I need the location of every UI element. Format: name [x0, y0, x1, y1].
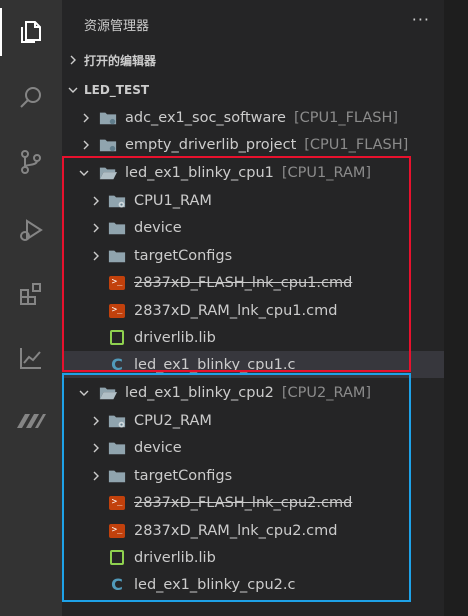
item-description: [CPU2_RAM]: [281, 384, 372, 401]
tree-item-cpu2-targetconfigs[interactable]: targetConfigs: [62, 462, 444, 489]
config-folder-icon: [108, 412, 126, 430]
item-name: led_ex1_blinky_cpu2.c: [134, 576, 296, 593]
terminal-file-icon: >_: [109, 303, 125, 318]
tree-item-cpu1-driverlib[interactable]: driverlib.lib: [62, 324, 444, 351]
tree-item-cpu1-project[interactable]: led_ex1_blinky_cpu1 [CPU1_RAM]: [62, 159, 444, 186]
item-name: CPU1_RAM: [134, 192, 212, 209]
item-description: [CPU1_RAM]: [281, 164, 372, 181]
extensions-icon[interactable]: [0, 270, 62, 318]
chevron-right-icon: [88, 413, 104, 429]
item-description: [CPU1_FLASH]: [304, 136, 409, 153]
explorer-sidebar: 资源管理器 ··· 打开的编辑器 LED_TEST adc_ex1_soc_so…: [62, 0, 444, 616]
folder-icon: [108, 467, 126, 485]
tree-item-cpu1-c-file[interactable]: C led_ex1_blinky_cpu1.c: [62, 351, 444, 378]
project-label: LED_TEST: [84, 83, 150, 97]
tree-item-cpu2-driverlib[interactable]: driverlib.lib: [62, 544, 444, 571]
item-name: led_ex1_blinky_cpu2: [125, 384, 274, 401]
chevron-right-icon: [62, 55, 84, 65]
chevron-right-icon: [78, 137, 94, 153]
item-name: led_ex1_blinky_cpu1.c: [134, 356, 296, 373]
item-name: device: [134, 439, 182, 456]
tree-item-cpu2-project[interactable]: led_ex1_blinky_cpu2 [CPU2_RAM]: [62, 379, 444, 406]
item-name: driverlib.lib: [134, 329, 216, 346]
item-name: targetConfigs: [134, 247, 233, 264]
explorer-title: 资源管理器: [84, 19, 150, 34]
item-description: [CPU1_FLASH]: [293, 109, 399, 126]
item-name: 2837xD_FLASH_lnk_cpu2.cmd: [134, 494, 353, 511]
open-editors-section[interactable]: 打开的编辑器: [62, 47, 444, 73]
tree-item-cpu2-device[interactable]: device: [62, 434, 444, 461]
tree-item-cpu2-ram[interactable]: CPU2_RAM: [62, 407, 444, 434]
tree-item-cpu1-ram[interactable]: CPU1_RAM: [62, 187, 444, 214]
config-folder-icon: [108, 192, 126, 210]
item-name: empty_driverlib_project: [125, 136, 297, 153]
chevron-right-icon: [88, 248, 104, 264]
run-debug-icon[interactable]: [0, 206, 62, 254]
chevron-right-icon: [88, 193, 104, 209]
c-file-icon: C: [111, 575, 123, 594]
tree-item-adc-project[interactable]: adc_ex1_soc_software [CPU1_FLASH]: [62, 104, 444, 131]
item-name: adc_ex1_soc_software: [125, 109, 286, 126]
chart-icon[interactable]: [0, 334, 62, 382]
explorer-icon[interactable]: [0, 8, 62, 56]
tree-item-cpu1-ram-cmd[interactable]: >_ 2837xD_RAM_lnk_cpu1.cmd: [62, 297, 444, 324]
chevron-down-icon: [76, 385, 92, 401]
chevron-right-icon: [78, 110, 94, 126]
chevron-down-icon: [76, 165, 92, 181]
folder-icon: [108, 439, 126, 457]
project-section[interactable]: LED_TEST: [62, 77, 444, 103]
library-file-icon: [110, 550, 124, 565]
source-control-icon[interactable]: [0, 138, 62, 186]
item-name: 2837xD_FLASH_lnk_cpu1.cmd: [134, 274, 353, 291]
tree-item-cpu2-flash-cmd[interactable]: >_ 2837xD_FLASH_lnk_cpu2.cmd: [62, 489, 444, 516]
project-folder-icon: [99, 136, 117, 154]
chevron-right-icon: [88, 468, 104, 484]
tree-item-empty-project[interactable]: empty_driverlib_project [CPU1_FLASH]: [62, 131, 444, 158]
folder-icon: [108, 247, 126, 265]
terminal-file-icon: >_: [109, 495, 125, 510]
more-actions-icon[interactable]: ···: [412, 10, 430, 29]
library-file-icon: [110, 330, 124, 345]
folder-icon: [108, 219, 126, 237]
brand-logo-icon[interactable]: [0, 396, 62, 444]
item-name: CPU2_RAM: [134, 412, 212, 429]
item-name: led_ex1_blinky_cpu1: [125, 164, 274, 181]
tree-item-cpu1-targetconfigs[interactable]: targetConfigs: [62, 242, 444, 269]
tree-item-cpu1-flash-cmd[interactable]: >_ 2837xD_FLASH_lnk_cpu1.cmd: [62, 269, 444, 296]
chevron-right-icon: [88, 220, 104, 236]
item-name: device: [134, 219, 182, 236]
editor-area: [444, 0, 468, 616]
explorer-header: 资源管理器 ···: [62, 0, 444, 46]
item-name: 2837xD_RAM_lnk_cpu1.cmd: [134, 302, 338, 319]
item-name: 2837xD_RAM_lnk_cpu2.cmd: [134, 522, 338, 539]
tree-item-cpu1-device[interactable]: device: [62, 214, 444, 241]
open-editors-label: 打开的编辑器: [84, 53, 157, 68]
project-folder-open-icon: [99, 384, 117, 402]
terminal-file-icon: >_: [109, 523, 125, 538]
tree-item-cpu2-ram-cmd[interactable]: >_ 2837xD_RAM_lnk_cpu2.cmd: [62, 517, 444, 544]
search-icon[interactable]: [0, 74, 62, 122]
item-name: targetConfigs: [134, 467, 233, 484]
chevron-down-icon: [62, 85, 84, 95]
activity-bar: [0, 0, 62, 616]
item-name: driverlib.lib: [134, 549, 216, 566]
project-folder-open-icon: [99, 164, 117, 182]
chevron-right-icon: [88, 440, 104, 456]
terminal-file-icon: >_: [109, 275, 125, 290]
tree-item-cpu2-c-file[interactable]: C led_ex1_blinky_cpu2.c: [62, 571, 444, 598]
project-folder-icon: [99, 109, 117, 127]
c-file-icon: C: [111, 355, 123, 374]
